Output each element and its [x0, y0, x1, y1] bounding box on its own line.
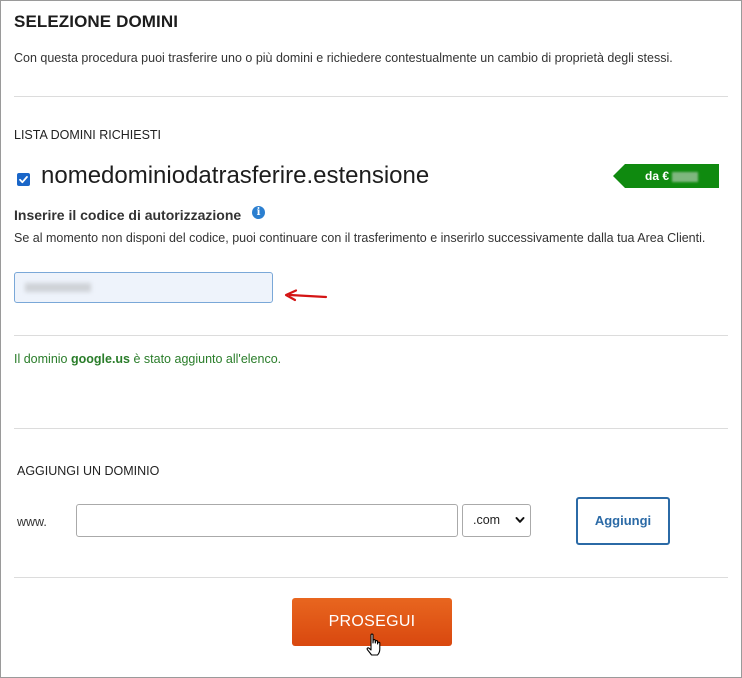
- auth-code-value-blurred: [25, 283, 91, 292]
- page-title: SELEZIONE DOMINI: [14, 12, 179, 31]
- added-domain-name: google.us: [70, 352, 131, 366]
- new-domain-input[interactable]: [76, 504, 458, 537]
- add-domain-button[interactable]: Aggiungi: [576, 497, 670, 545]
- info-icon[interactable]: i: [252, 206, 265, 219]
- auth-code-help: Se al momento non disponi del codice, pu…: [14, 231, 706, 245]
- divider: [14, 335, 728, 336]
- auth-code-label: Inserire il codice di autorizzazione: [14, 207, 242, 223]
- intro-text: Con questa procedura puoi trasferire uno…: [14, 51, 673, 65]
- check-icon: [19, 176, 28, 184]
- red-arrow-icon: [284, 289, 328, 302]
- hand-cursor-icon: [366, 633, 381, 656]
- tld-select[interactable]: .com: [462, 504, 531, 537]
- price-prefix: da €: [645, 169, 670, 183]
- tld-selected-value: .com: [473, 513, 501, 527]
- domain-checkbox[interactable]: [17, 173, 30, 186]
- www-prefix-label: www.: [17, 515, 47, 529]
- domain-added-notice: Il dominio google.us è stato aggiunto al…: [14, 352, 282, 366]
- requested-domains-label: LISTA DOMINI RICHIESTI: [14, 128, 162, 142]
- chevron-down-icon: [515, 517, 525, 523]
- divider: [14, 96, 728, 97]
- divider: [14, 577, 728, 578]
- price-badge: da €: [613, 164, 719, 188]
- add-domain-label: AGGIUNGI UN DOMINIO: [17, 464, 160, 478]
- auth-code-input[interactable]: [14, 272, 273, 303]
- requested-domain-name: nomedominiodatrasferire.estensione: [41, 162, 430, 189]
- price-value-blurred: [672, 171, 699, 182]
- divider: [14, 428, 728, 429]
